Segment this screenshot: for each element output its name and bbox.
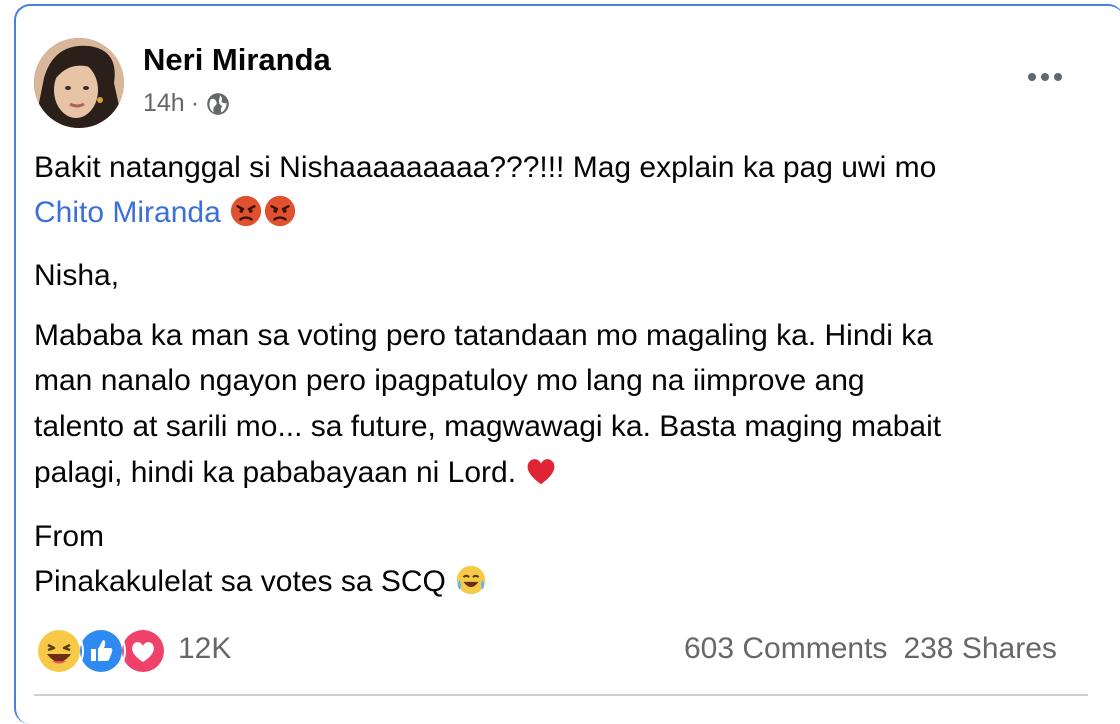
haha-reaction-icon [34,626,84,676]
post-meta: 14h · [143,89,231,118]
more-options-icon[interactable] [1027,58,1063,88]
post-time[interactable]: 14h [143,89,185,118]
author-name[interactable]: Neri Miranda [143,42,331,78]
mention-link[interactable]: Chito Miranda [34,196,221,229]
divider [34,694,1088,696]
post-paragraph-line-3: talento at sarili mo... sa future, magwa… [34,410,942,443]
post-greeting: Nisha, [34,259,120,292]
angry-face-icon [264,195,296,227]
globe-icon[interactable] [205,91,231,117]
reaction-count[interactable]: 12K [178,632,231,666]
post-paragraph-line-1: Mababa ka man sa voting pero tatandaan m… [34,319,933,352]
comments-count[interactable]: 603 Comments [684,632,887,666]
red-heart-icon [527,459,555,485]
post-paragraph-line-2: man nanalo ngayon pero ipagpatuloy mo la… [34,364,865,397]
avatar-photo [34,38,124,128]
angry-face-icon [230,195,262,227]
engagement-stats: 603 Comments 238 Shares [684,632,1057,666]
shares-count[interactable]: 238 Shares [903,632,1056,666]
post-line-1: Bakit natanggal si Nishaaaaaaaaa???!!! M… [34,151,937,184]
meta-separator: · [190,89,200,117]
post-signature: Pinakakulelat sa votes sa SCQ [34,565,446,598]
author-avatar[interactable] [34,38,124,128]
post-from: From [34,520,104,553]
post-signature-line: Pinakakulelat sa votes sa SCQ [34,559,488,605]
tears-of-joy-icon [457,565,486,595]
post-paragraph-line-4-text: palagi, hindi ka pababayaan ni Lord. [34,456,517,489]
reaction-icons[interactable] [34,626,168,676]
post-line-2: Chito Miranda [34,190,297,236]
post-paragraph-line-4: palagi, hindi ka pababayaan ni Lord. [34,450,558,496]
